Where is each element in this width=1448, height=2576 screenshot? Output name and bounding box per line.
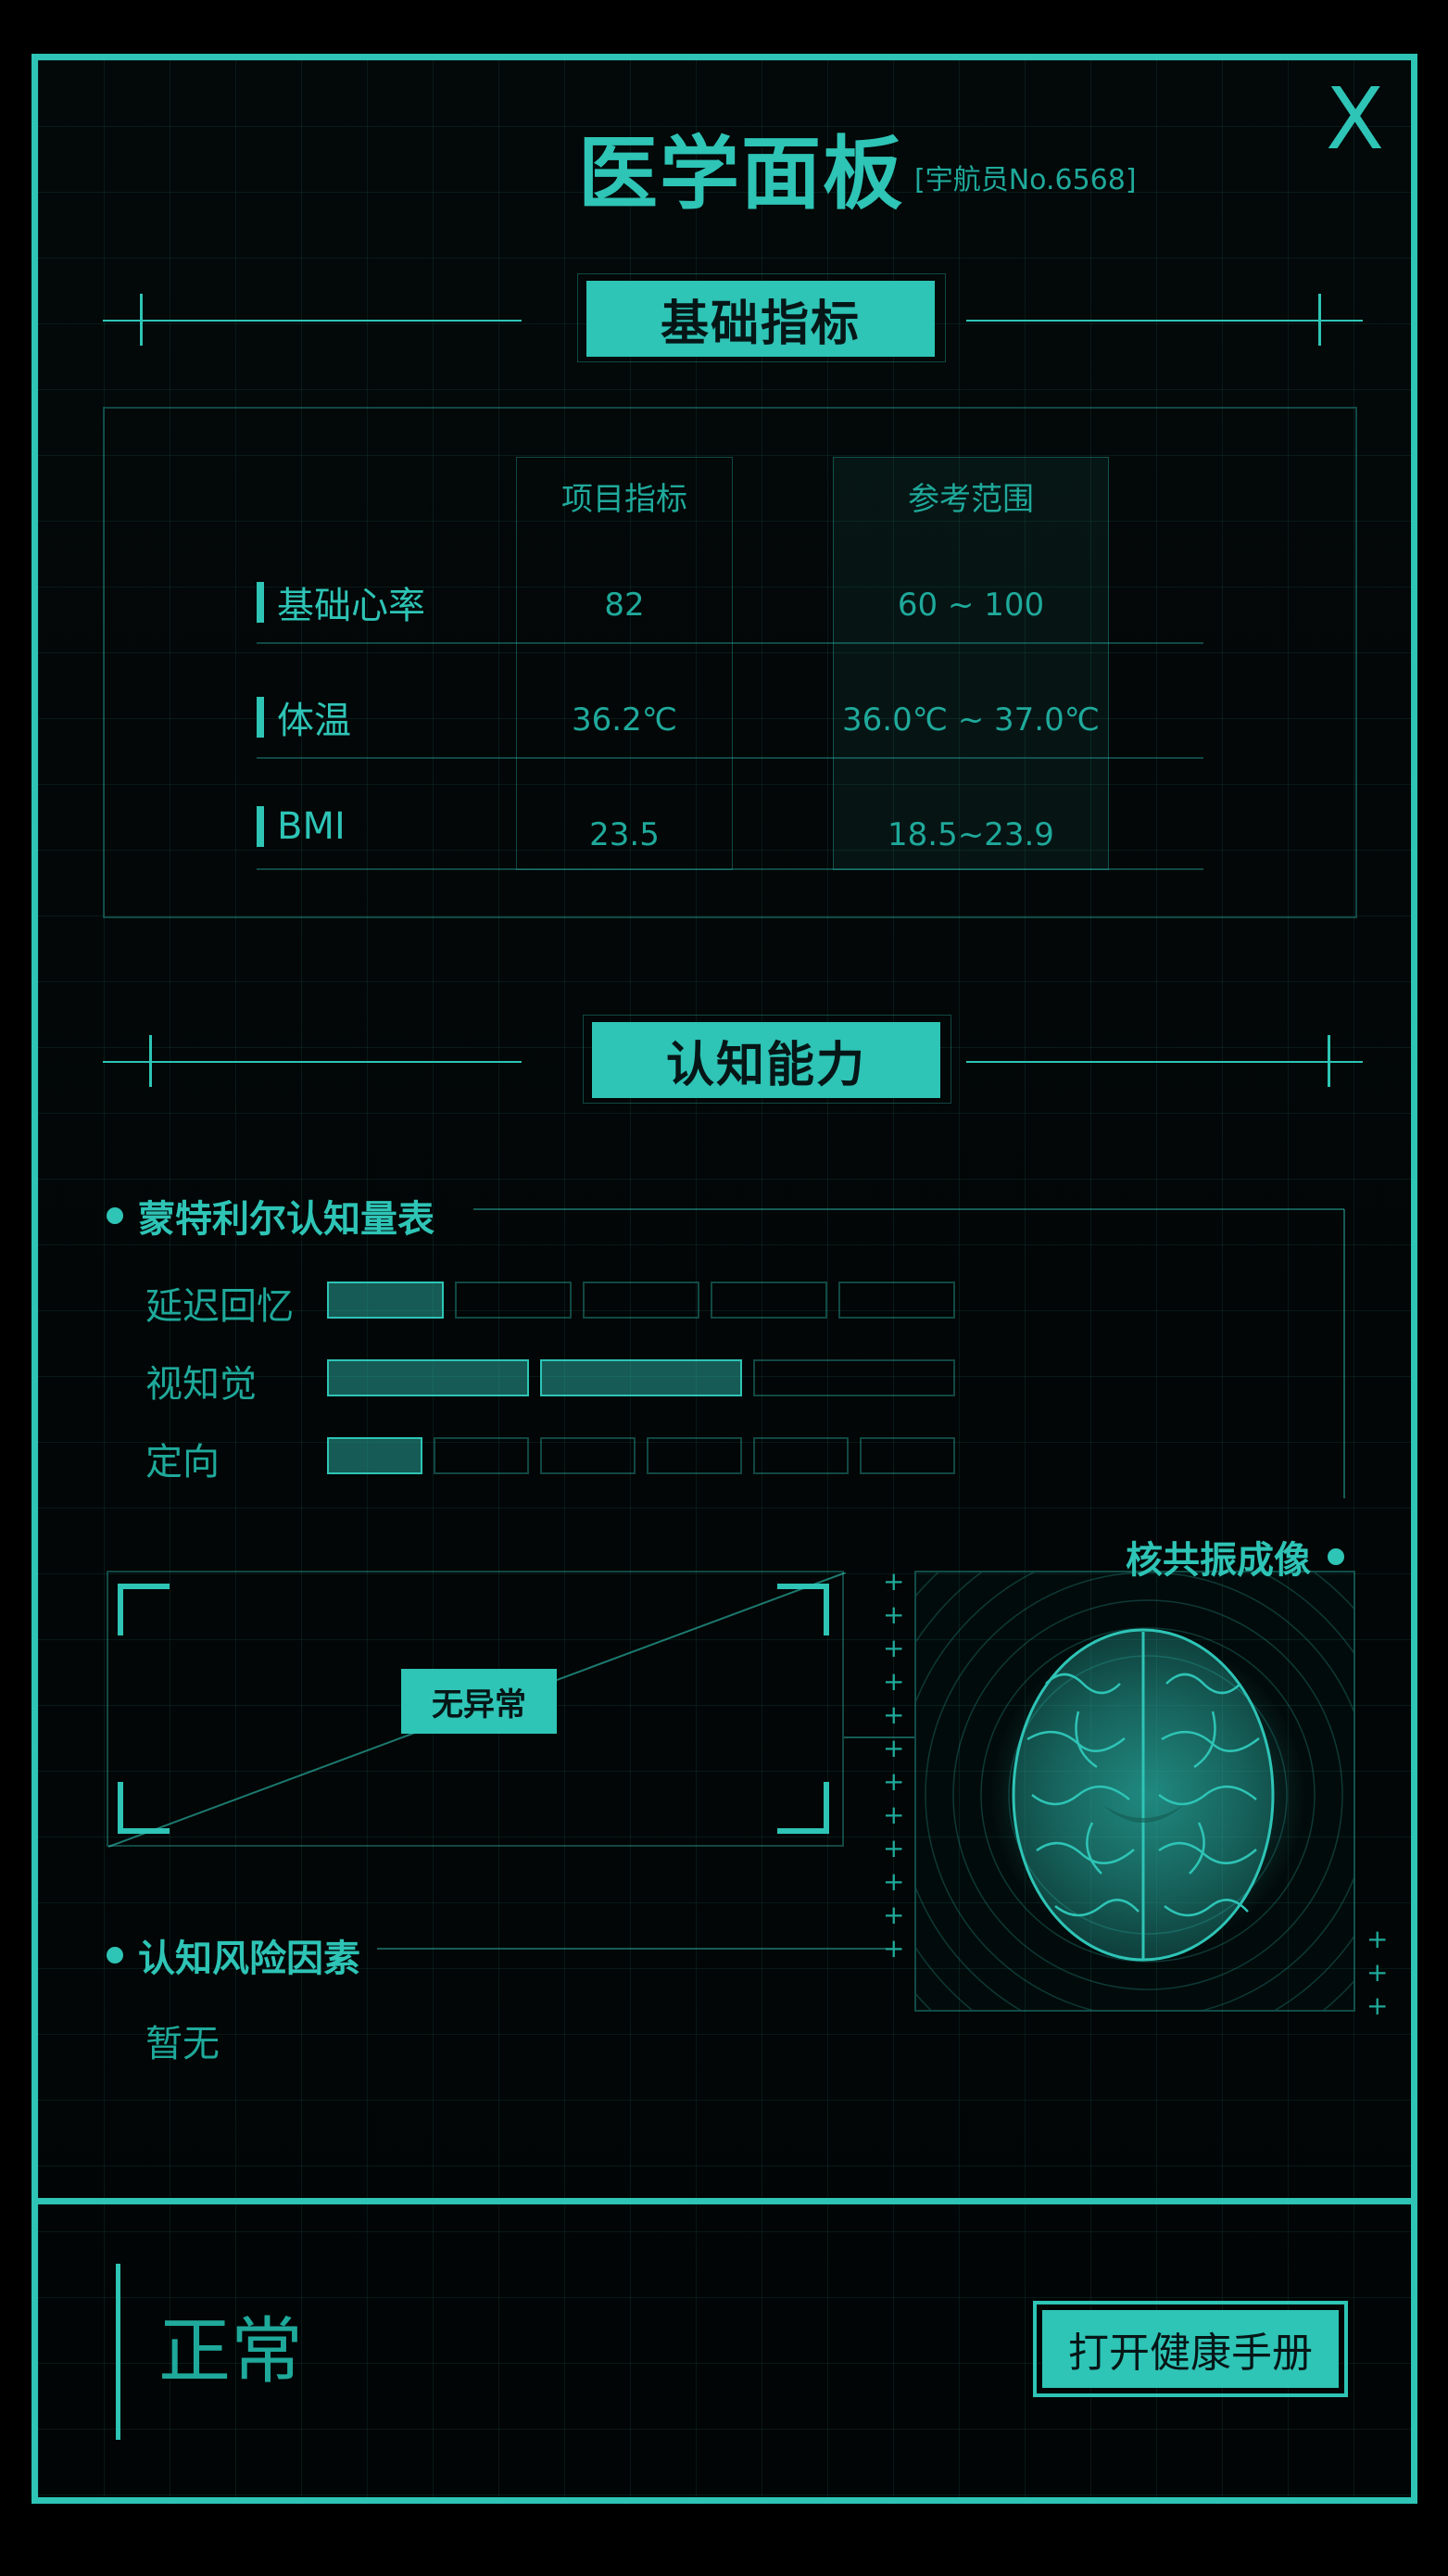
plus-marker: + (883, 1699, 905, 1730)
plus-marker: + (883, 1566, 905, 1597)
scale-bar-orientation (327, 1437, 955, 1474)
mri-result-badge: 无异常 (401, 1669, 557, 1734)
bullet-dot (1328, 1548, 1344, 1565)
scale-bar-delayed-recall (327, 1282, 955, 1319)
brain-icon (916, 1572, 1354, 2010)
open-health-manual-button[interactable]: 打开健康手册 (1033, 2301, 1348, 2397)
plus-marker: + (1366, 1957, 1389, 1988)
health-status: 正常 (158, 2310, 304, 2393)
plus-marker: + (883, 1766, 905, 1797)
score-segment-empty (711, 1282, 827, 1319)
score-segment-empty (434, 1437, 529, 1474)
plus-marker: + (883, 1599, 905, 1630)
plus-marker: + (883, 1833, 905, 1863)
plus-marker: + (883, 1933, 905, 1964)
score-segment-empty (753, 1437, 849, 1474)
score-segment-filled (327, 1437, 422, 1474)
plus-marker: + (883, 1866, 905, 1897)
score-segment-filled (327, 1359, 529, 1396)
risk-value: 暂无 (145, 2023, 220, 2065)
plus-marker: + (883, 1733, 905, 1763)
open-health-manual-label: 打开健康手册 (1042, 2310, 1339, 2388)
score-segment-empty (455, 1282, 572, 1319)
plus-marker: + (1366, 1924, 1389, 1954)
mri-image (914, 1571, 1355, 2012)
bullet-dot (107, 1947, 123, 1964)
score-segment-empty (540, 1437, 636, 1474)
scale-bar-visual-perception (327, 1359, 955, 1396)
plus-marker: + (1366, 1990, 1389, 2021)
plus-marker: + (883, 1666, 905, 1697)
plus-marker: + (883, 1799, 905, 1830)
score-segment-empty (753, 1359, 955, 1396)
footer-divider (38, 2198, 1411, 2204)
mri-result-box: 无异常 (107, 1571, 846, 1848)
score-segment-empty (860, 1437, 955, 1474)
score-segment-filled (540, 1359, 742, 1396)
score-segment-filled (327, 1282, 444, 1319)
scale-label-orientation: 定向 (145, 1441, 220, 1484)
risk-title-text: 认知风险因素 (138, 1938, 360, 1980)
plus-marker: + (883, 1633, 905, 1663)
scale-label-visual-perception: 视知觉 (145, 1363, 257, 1406)
score-segment-empty (647, 1437, 742, 1474)
scale-label-delayed-recall: 延迟回忆 (145, 1285, 294, 1328)
plus-marker: + (883, 1900, 905, 1930)
score-segment-empty (838, 1282, 955, 1319)
score-segment-empty (583, 1282, 699, 1319)
risk-title: 认知风险因素 (107, 1928, 360, 1982)
status-marker (116, 2264, 120, 2440)
medical-panel: 医学面板 [宇航员No.6568] X 基础指标 项目指标 参考范围 基础心率 … (31, 54, 1417, 2504)
